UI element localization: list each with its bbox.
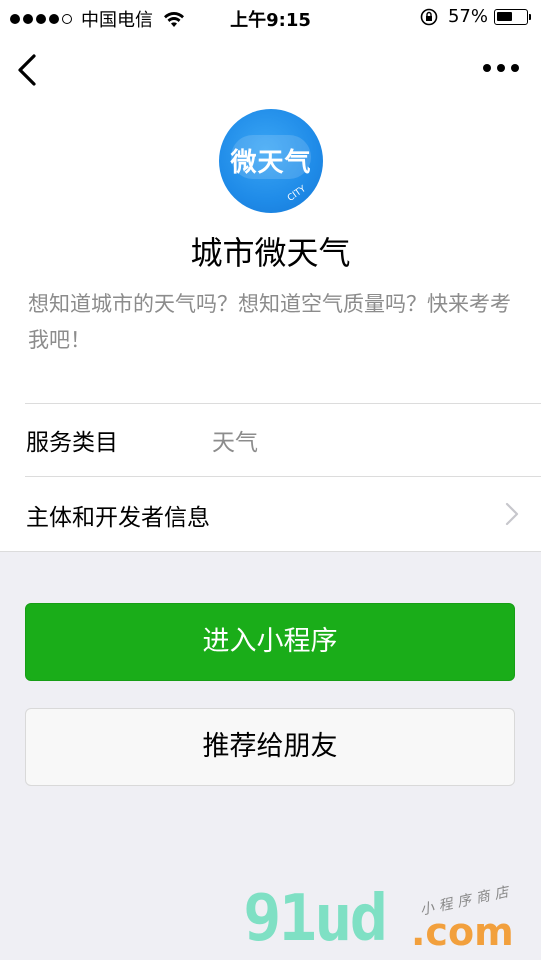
app-description: 想知道城市的天气吗？想知道空气质量吗？快来考考我吧！: [28, 292, 511, 352]
section-divider: [0, 551, 541, 552]
more-dots-icon[interactable]: [477, 64, 519, 72]
more-dot: [511, 64, 519, 72]
status-bar: 中国电信 上午9:15 57%: [0, 0, 541, 36]
app-profile-section: 微天气 CITY 城市微天气 想知道城市的天气吗？想知道空气质量吗？快来考考我吧…: [0, 36, 541, 551]
rotation-lock-icon: [420, 8, 438, 25]
battery-icon: [494, 8, 528, 25]
watermark-domain: .com: [411, 910, 514, 954]
service-category-value: 天气: [212, 430, 258, 456]
recommend-to-friend-button[interactable]: 推荐给朋友: [25, 708, 515, 786]
developer-info-label: 主体和开发者信息: [26, 505, 210, 531]
more-dot: [497, 64, 505, 72]
battery-level: [497, 11, 512, 21]
chevron-left-icon[interactable]: [14, 52, 42, 88]
chevron-right-icon: [505, 502, 519, 526]
app-icon-text: 微天气: [230, 148, 312, 178]
battery-percent: 57%: [447, 6, 488, 27]
battery-tip: [529, 13, 531, 20]
app-icon-subtext: CITY: [285, 184, 309, 204]
more-dot: [483, 64, 491, 72]
status-right: 57%: [420, 6, 531, 27]
watermark-brand: 91ud: [243, 882, 388, 956]
service-category-row: 服务类目 天气: [0, 404, 541, 476]
enter-mini-program-button[interactable]: 进入小程序: [25, 603, 515, 681]
app-name: 城市微天气: [190, 234, 351, 272]
developer-info-row[interactable]: 主体和开发者信息: [0, 477, 541, 551]
service-category-label: 服务类目: [26, 430, 118, 456]
watermark-logo: 91ud 小程序商店 .com: [243, 882, 533, 960]
app-avatar: 微天气 CITY: [219, 109, 323, 213]
